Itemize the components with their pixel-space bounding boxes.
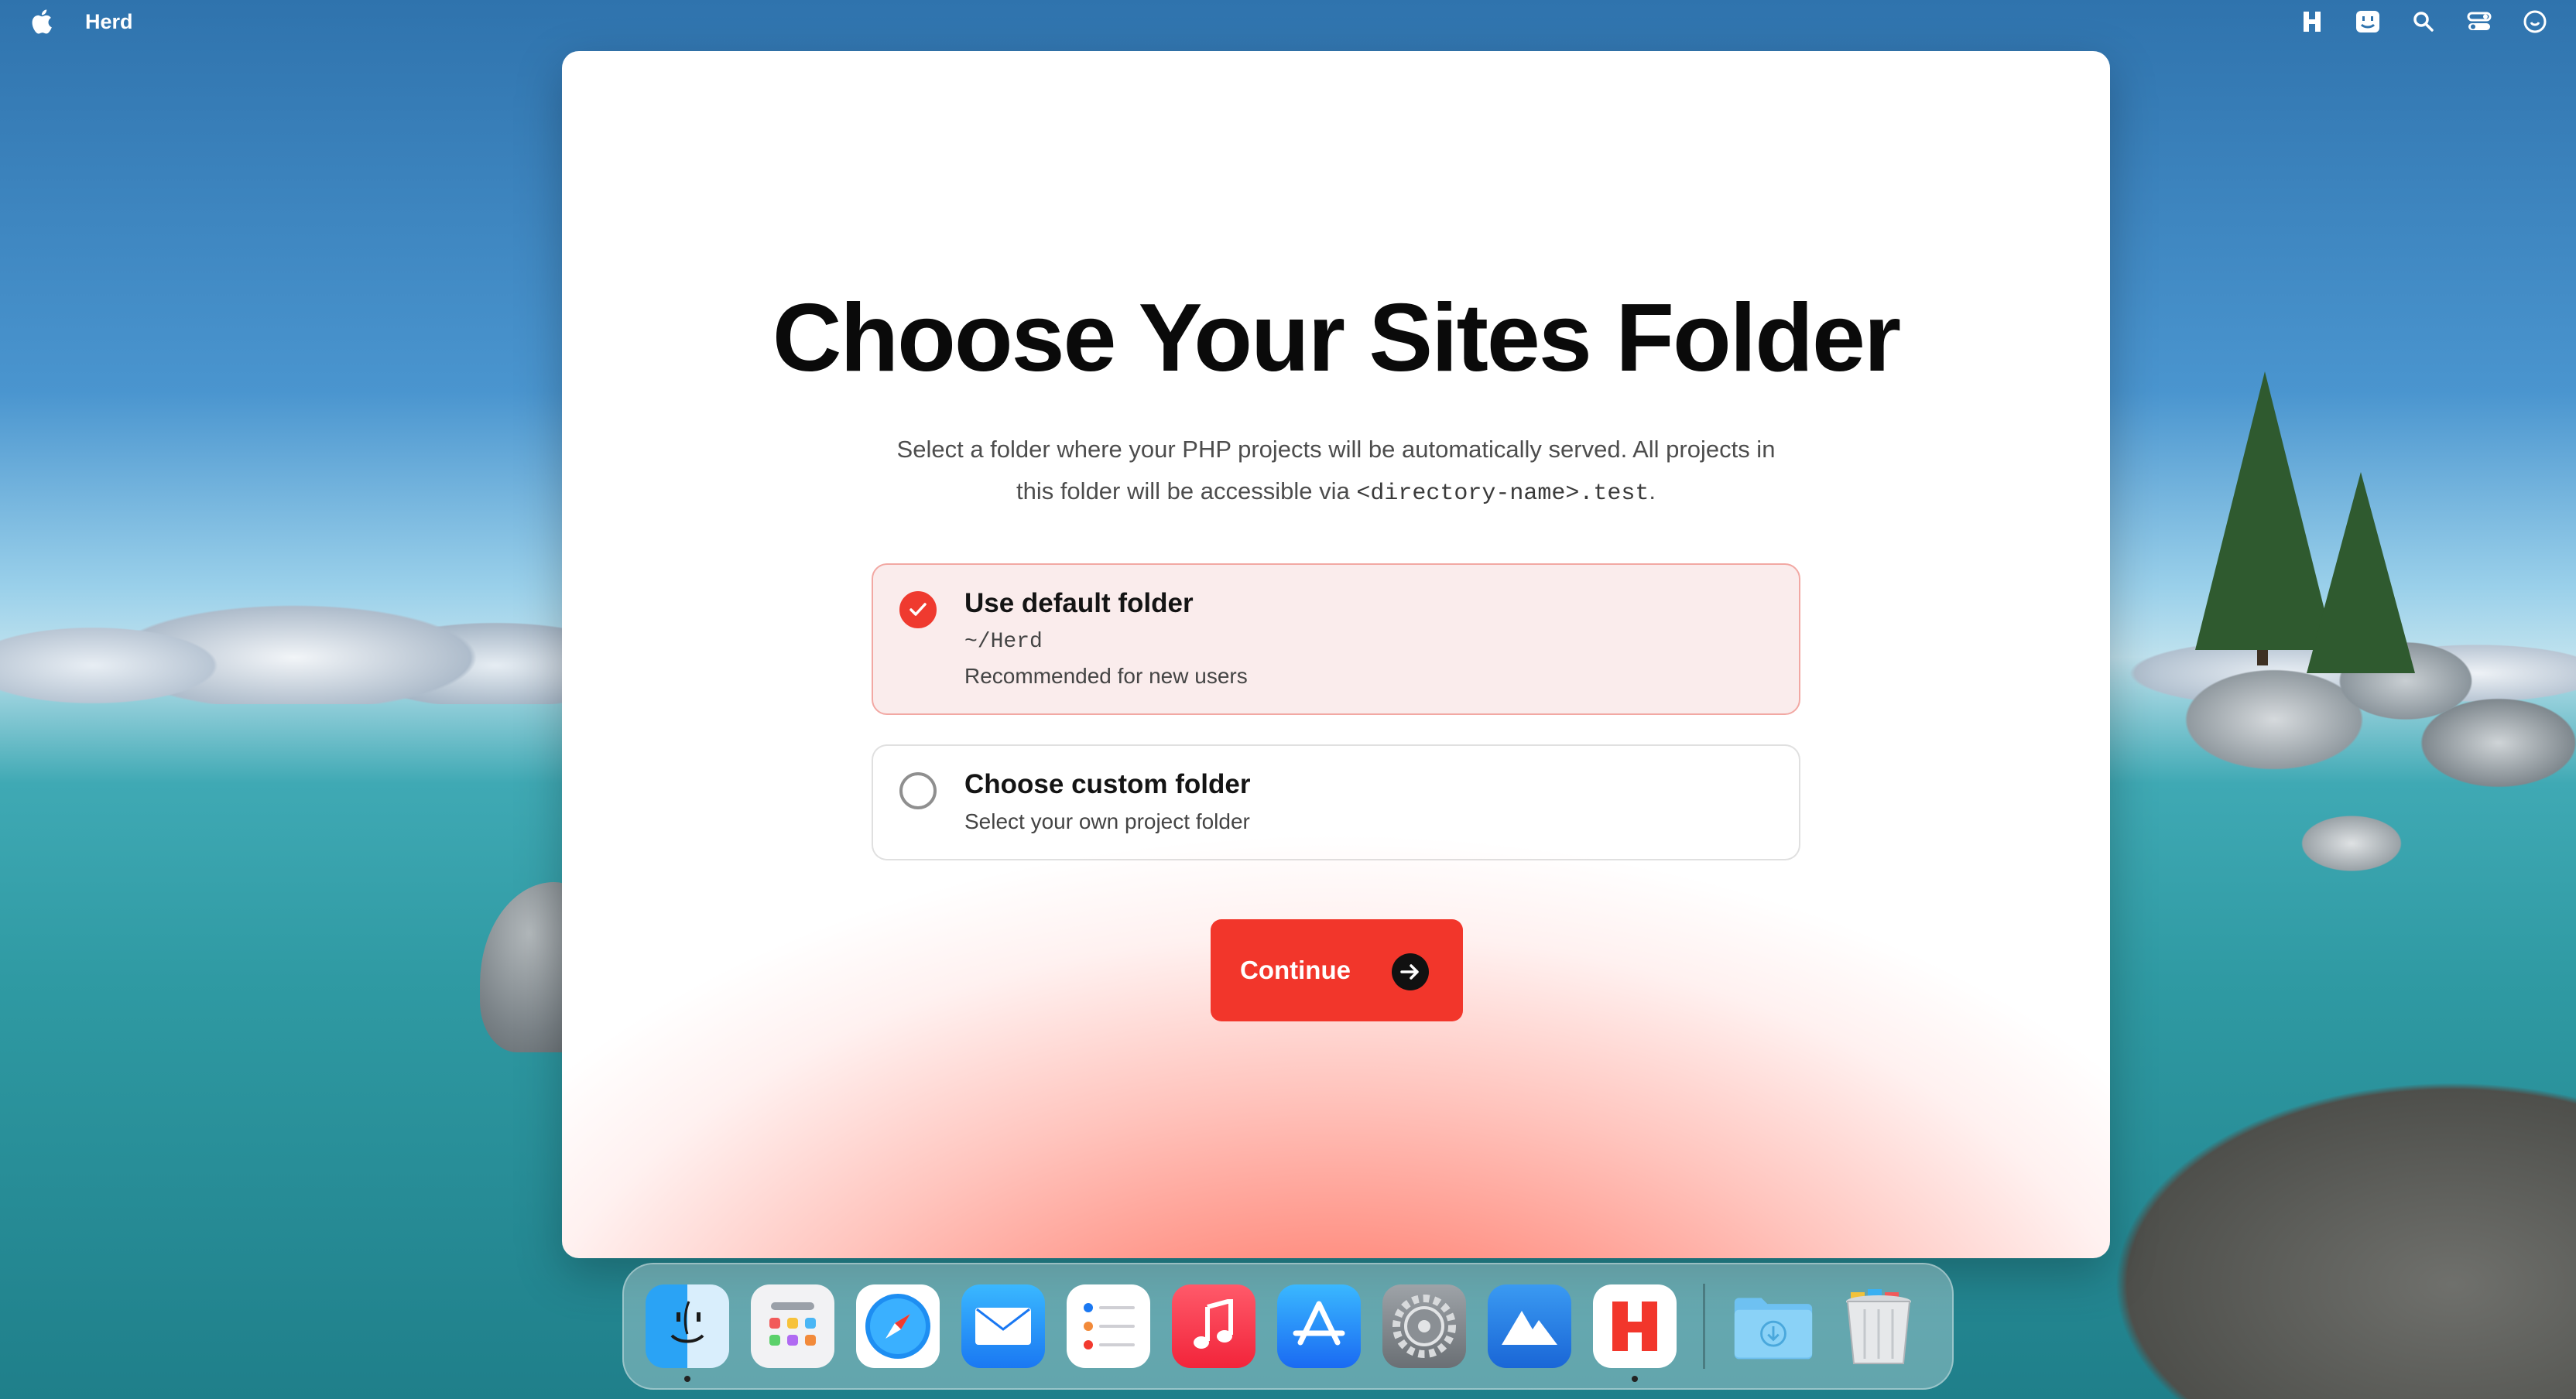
custom-folder-option[interactable]: Choose custom folder Select your own pro… [872, 744, 1800, 860]
running-indicator [684, 1376, 690, 1382]
apple-icon[interactable] [28, 9, 54, 35]
wallpaper-rocks [2096, 588, 2576, 1399]
default-folder-label: Use default folder [964, 588, 1194, 618]
subtitle-line2-suffix: . [1649, 477, 1656, 505]
custom-folder-radio[interactable] [899, 772, 937, 809]
downloads-folder-icon[interactable] [1732, 1284, 1815, 1368]
music-icon[interactable] [1172, 1284, 1255, 1368]
herd-menu-icon[interactable] [2299, 9, 2325, 35]
arrow-right-icon [1392, 953, 1429, 990]
safari-icon[interactable] [856, 1284, 940, 1368]
page-subtitle: Select a folder where your PHP projects … [841, 429, 1831, 515]
subtitle-line1: Select a folder where your PHP projects … [896, 436, 1776, 463]
finder-icon[interactable] [646, 1284, 729, 1382]
default-folder-description: Recommended for new users [964, 664, 1248, 688]
default-folder-path: ~/Herd [964, 630, 1043, 654]
user-icon[interactable] [2522, 9, 2548, 35]
custom-folder-description: Select your own project folder [964, 809, 1250, 833]
checkmark-icon [909, 603, 927, 616]
launchpad-icon[interactable] [751, 1284, 834, 1368]
subtitle-code: <directory-name>.test [1356, 481, 1649, 507]
mountain-app-icon[interactable] [1488, 1284, 1571, 1368]
default-folder-option[interactable]: Use default folder ~/Herd Recommended fo… [872, 563, 1800, 715]
menu-bar: Herd [0, 0, 2576, 43]
subtitle-line2-prefix: this folder will be accessible via [1016, 477, 1357, 505]
default-folder-radio[interactable] [899, 591, 937, 628]
reminders-icon[interactable] [1067, 1284, 1150, 1368]
system-settings-icon[interactable] [1382, 1284, 1466, 1368]
menu-app-name[interactable]: Herd [85, 10, 133, 34]
continue-button[interactable]: Continue [1211, 919, 1463, 1021]
dock-separator [1703, 1284, 1705, 1369]
page-title: Choose Your Sites Folder [772, 285, 1901, 392]
finder-face-icon[interactable] [2355, 9, 2381, 35]
setup-window: Choose Your Sites Folder Select a folder… [562, 51, 2110, 1258]
dock [622, 1263, 1954, 1390]
custom-folder-label: Choose custom folder [964, 769, 1251, 799]
search-icon[interactable] [2410, 9, 2437, 35]
herd-icon[interactable] [1593, 1284, 1677, 1382]
continue-label: Continue [1240, 956, 1351, 984]
running-indicator [1632, 1376, 1638, 1382]
control-center-icon[interactable] [2466, 9, 2492, 35]
trash-icon[interactable] [1837, 1284, 1920, 1368]
wallpaper-tree [2307, 472, 2415, 673]
mail-icon[interactable] [961, 1284, 1045, 1368]
app-store-icon[interactable] [1277, 1284, 1361, 1368]
